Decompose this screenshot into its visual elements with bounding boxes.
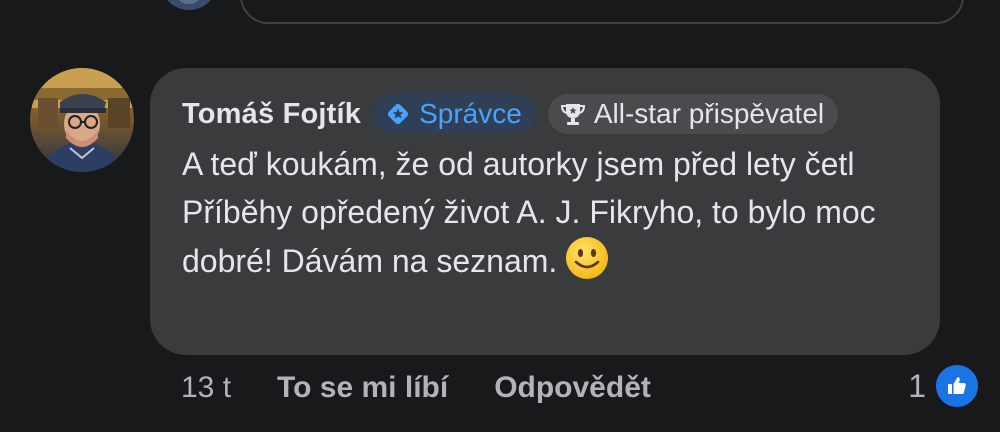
- avatar[interactable]: [30, 68, 134, 172]
- admin-badge-label: Správce: [419, 98, 522, 129]
- trophy-icon: [558, 99, 588, 129]
- admin-star-icon: [383, 99, 413, 129]
- slightly-smiling-face-icon: [565, 236, 609, 280]
- thumbs-up-icon: [934, 363, 980, 409]
- comment-actions: 13 t To se mi líbí Odpovědět: [181, 366, 651, 410]
- all-star-badge[interactable]: All-star přispěvatel: [547, 94, 839, 134]
- comment-timestamp[interactable]: 13 t: [181, 371, 231, 405]
- reply-button[interactable]: Odpovědět: [494, 371, 651, 405]
- reactions-summary[interactable]: 1: [908, 363, 980, 409]
- reaction-count: 1: [908, 367, 926, 404]
- comment-bubble: Tomáš Fojtík Správce All-star přispěvate…: [150, 68, 940, 355]
- previous-comment-avatar[interactable]: [160, 0, 218, 10]
- author-name[interactable]: Tomáš Fojtík: [182, 98, 361, 131]
- like-button[interactable]: To se mi líbí: [277, 371, 448, 405]
- comment-text: A teď koukám, že od autorky jsem před le…: [182, 140, 902, 285]
- comment-header: Tomáš Fojtík Správce All-star přispěvate…: [182, 94, 910, 134]
- comment-body: A teď koukám, že od autorky jsem před le…: [182, 146, 876, 279]
- admin-badge[interactable]: Správce: [373, 94, 536, 134]
- all-star-badge-label: All-star přispěvatel: [593, 98, 825, 129]
- previous-reply-box[interactable]: [240, 0, 964, 24]
